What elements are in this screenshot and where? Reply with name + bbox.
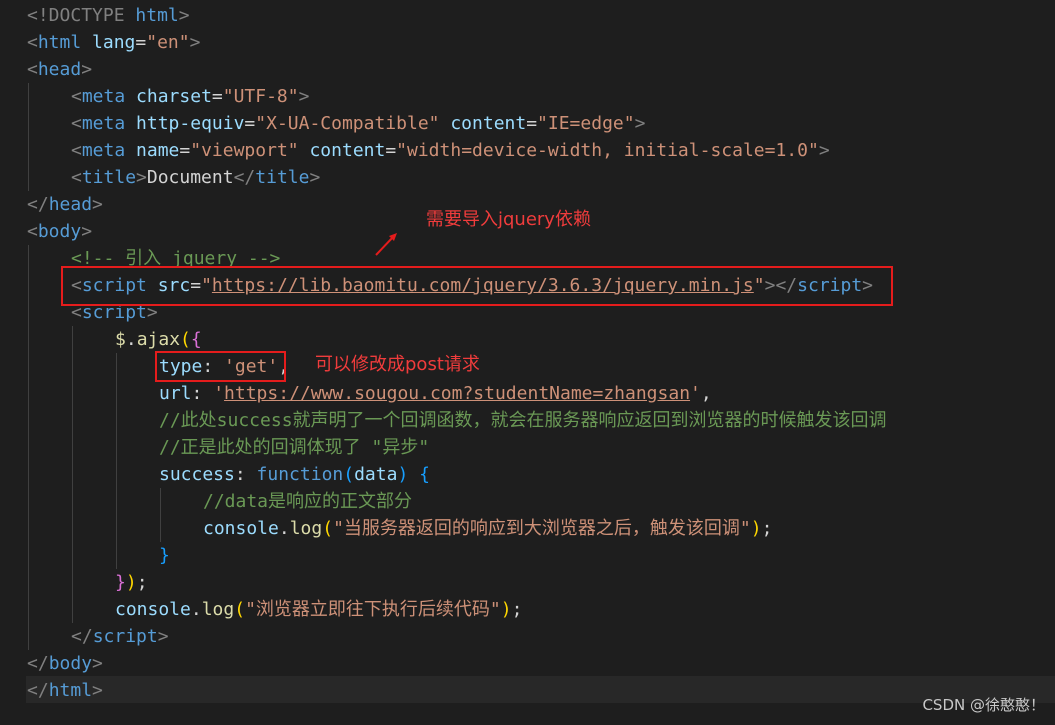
- head-close-tag: head: [48, 194, 93, 215]
- code-line[interactable]: <meta charset="UTF-8">: [71, 83, 309, 110]
- meta-tag: meta: [81, 113, 126, 134]
- indent-guide: [72, 326, 73, 623]
- current-line-highlight: [26, 676, 1055, 703]
- meta-tag: meta: [81, 140, 126, 161]
- code-line[interactable]: <head>: [27, 56, 92, 83]
- code-line[interactable]: </head>: [27, 191, 103, 218]
- indent-guide: [28, 245, 29, 650]
- ajax-method: ajax: [136, 329, 181, 350]
- code-line[interactable]: </html>: [27, 677, 103, 704]
- log-fn: log: [289, 518, 323, 539]
- code-line[interactable]: }: [159, 542, 170, 569]
- indent-guide: [160, 488, 161, 542]
- log-msg-1: "当服务器返回的响应到大浏览器之后，触发该回调": [333, 518, 751, 539]
- http-equiv-value: "X-UA-Compatible": [255, 113, 440, 134]
- code-line[interactable]: </body>: [27, 650, 103, 677]
- code-line[interactable]: //正是此处的回调体现了 "异步": [159, 434, 429, 461]
- body-tag: body: [37, 221, 82, 242]
- csdn-watermark: CSDN @徐憨憨！: [922, 696, 1045, 714]
- code-line[interactable]: <html lang="en">: [27, 29, 200, 56]
- code-line[interactable]: console.log("当服务器返回的响应到大浏览器之后，触发该回调");: [203, 515, 772, 542]
- ie-value: "IE=edge": [537, 113, 635, 134]
- title-text: Document: [146, 167, 234, 188]
- name-attr: name: [136, 140, 180, 161]
- content-attr: content: [309, 140, 386, 161]
- code-line[interactable]: url: 'https://www.sougou.com?studentName…: [159, 380, 712, 407]
- code-line[interactable]: success: function(data) {: [159, 461, 430, 488]
- code-line[interactable]: <!DOCTYPE html>: [27, 2, 190, 29]
- post-annotation: 可以修改成post请求: [315, 354, 480, 375]
- function-keyword: function: [256, 464, 344, 485]
- title-close-tag: title: [255, 167, 310, 188]
- charset-value: "UTF-8": [222, 86, 299, 107]
- console-obj: console: [203, 518, 279, 539]
- code-line[interactable]: <body>: [27, 218, 92, 245]
- comment-data: //data是响应的正文部分: [203, 491, 413, 512]
- code-editor[interactable]: <!DOCTYPE html> <html lang="en"> <head> …: [0, 0, 1055, 725]
- doctype-html: html: [135, 5, 179, 26]
- console-obj: console: [115, 599, 191, 620]
- title-tag: title: [81, 167, 137, 188]
- jquery-obj: $: [115, 329, 126, 350]
- viewport-value: "viewport": [190, 140, 299, 161]
- log-fn: log: [201, 599, 235, 620]
- doctype-keyword: !DOCTYPE: [37, 5, 125, 26]
- log-msg-2: "浏览器立即往下执行后续代码": [245, 599, 501, 620]
- meta-tag: meta: [81, 86, 126, 107]
- type-get-highlight-box: [155, 351, 286, 382]
- jquery-annotation: 需要导入jquery依赖: [426, 209, 591, 230]
- lang-value: "en": [146, 32, 190, 53]
- body-close-tag: body: [48, 653, 93, 674]
- success-key: success: [159, 464, 235, 485]
- content-attr: content: [450, 113, 527, 134]
- head-tag: head: [37, 59, 82, 80]
- comment-success: //此处success就声明了一个回调函数，就会在服务器响应返回到浏览器的时候触…: [159, 410, 887, 431]
- code-line[interactable]: <title>Document</title>: [71, 164, 320, 191]
- code-line[interactable]: //data是响应的正文部分: [203, 488, 412, 515]
- indent-guide: [28, 83, 29, 191]
- code-line[interactable]: //此处success就声明了一个回调函数，就会在服务器响应返回到浏览器的时候触…: [159, 407, 887, 434]
- code-line[interactable]: $.ajax({: [115, 326, 202, 353]
- indent-guide: [116, 353, 117, 569]
- code-line[interactable]: });: [115, 569, 148, 596]
- arrow-icon: [375, 233, 397, 256]
- script-close-tag: script: [92, 626, 158, 647]
- lang-attr: lang: [92, 32, 136, 53]
- script-src-highlight-box: [61, 266, 893, 306]
- charset-attr: charset: [136, 86, 212, 107]
- url-link[interactable]: https://www.sougou.com?studentName=zhang…: [224, 383, 690, 404]
- viewport-content-value: "width=device-width, initial-scale=1.0": [396, 140, 819, 161]
- http-equiv-attr: http-equiv: [136, 113, 245, 134]
- code-line[interactable]: </script>: [71, 623, 169, 650]
- code-line[interactable]: <meta http-equiv="X-UA-Compatible" conte…: [71, 110, 645, 137]
- comment-async: //正是此处的回调体现了 "异步": [159, 437, 430, 458]
- html-close-tag: html: [48, 680, 93, 701]
- code-line[interactable]: console.log("浏览器立即往下执行后续代码");: [115, 596, 522, 623]
- url-key: url: [159, 383, 192, 404]
- data-param: data: [354, 464, 398, 485]
- html-tag: html: [37, 32, 82, 53]
- code-line[interactable]: <meta name="viewport" content="width=dev…: [71, 137, 830, 164]
